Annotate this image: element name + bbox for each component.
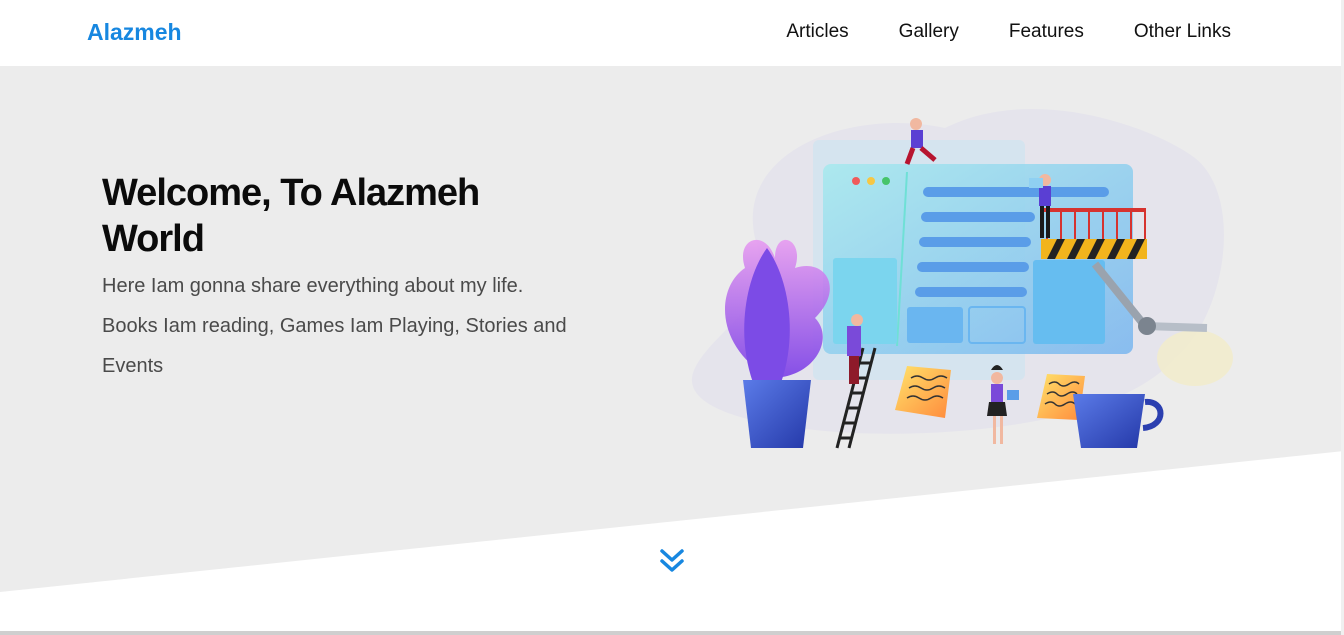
nav-link-articles[interactable]: Articles bbox=[786, 21, 848, 43]
hero-text: Welcome, To Alazmeh World Here Iam gonna… bbox=[102, 170, 572, 386]
website-construction-illustration bbox=[691, 108, 1233, 449]
main-nav: Articles Gallery Features Other Links bbox=[786, 21, 1231, 43]
double-chevron-down-icon[interactable] bbox=[657, 546, 687, 576]
hero-title: Welcome, To Alazmeh World bbox=[102, 172, 480, 260]
site-logo[interactable]: Alazmeh bbox=[87, 19, 182, 46]
page-bottom-border bbox=[0, 631, 1344, 635]
page: Alazmeh Articles Gallery Features Other … bbox=[0, 0, 1344, 635]
site-header: Alazmeh Articles Gallery Features Other … bbox=[0, 0, 1344, 66]
nav-link-features[interactable]: Features bbox=[1009, 21, 1084, 43]
hero-description: Here Iam gonna share everything about my… bbox=[102, 275, 567, 377]
nav-link-other-links[interactable]: Other Links bbox=[1134, 21, 1231, 43]
nav-link-gallery[interactable]: Gallery bbox=[899, 21, 959, 43]
